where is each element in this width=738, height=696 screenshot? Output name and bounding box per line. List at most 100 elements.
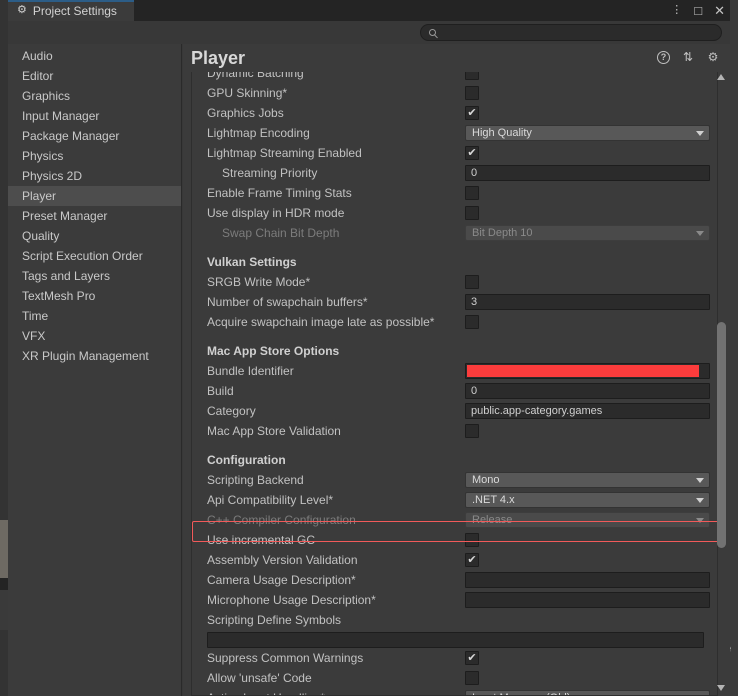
sidebar-item-script-execution-order[interactable]: Script Execution Order <box>8 246 181 266</box>
vertical-scrollbar[interactable] <box>715 74 728 694</box>
section-header: Mac App Store Options <box>207 344 340 358</box>
checkbox-lightmap-streaming-enabled[interactable]: ✔ <box>465 146 479 160</box>
checkbox-graphics-jobs[interactable]: ✔ <box>465 106 479 120</box>
dropdown-c-compiler-configuration: Release <box>465 512 710 528</box>
sidebar-item-label: Player <box>22 189 57 203</box>
settings-rows: Dynamic Batching GPU Skinning* Graphics Jo… <box>192 72 717 695</box>
input-number-of-swapchain-buffers[interactable]: 3 <box>465 294 710 310</box>
input-microphone-usage-description[interactable] <box>465 592 710 608</box>
sidebar-item-player[interactable]: Player <box>8 186 181 206</box>
dropdown-value: .NET 4.x <box>472 494 515 506</box>
tab-label: Project Settings <box>32 3 117 18</box>
dropdown-scripting-backend[interactable]: Mono <box>465 472 710 488</box>
row-dynamic-batching: Dynamic Batching <box>192 72 717 83</box>
checkbox-use-display-in-hdr-mode[interactable] <box>465 206 479 220</box>
dropdown-value: Release <box>472 514 513 526</box>
gear-icon: ⚙ <box>17 4 27 16</box>
input-value: 3 <box>471 296 478 308</box>
input-bundle-identifier[interactable] <box>465 363 710 379</box>
sidebar-item-input-manager[interactable]: Input Manager <box>8 106 181 126</box>
row-scripting-define-symbols: Scripting Define Symbols <box>192 610 717 630</box>
sidebar-item-package-manager[interactable]: Package Manager <box>8 126 181 146</box>
scrollbar-thumb[interactable] <box>717 322 726 548</box>
row-label: Lightmap Streaming Enabled <box>207 146 362 160</box>
app-root: telaloresoprdiethear Package ⚙ Project S… <box>0 0 738 696</box>
sidebar-item-preset-manager[interactable]: Preset Manager <box>8 206 181 226</box>
sidebar-item-vfx[interactable]: VFX <box>8 326 181 346</box>
row-label: Build <box>207 384 234 398</box>
row-scripting-backend: Scripting Backend Mono <box>192 470 717 490</box>
row-label: Active Input Handling* <box>207 691 465 695</box>
row-number-of-swapchain-buffers: Number of swapchain buffers* 3 <box>192 292 717 312</box>
kebab-menu-icon[interactable]: ⋮ <box>671 5 682 16</box>
help-icon[interactable]: ? <box>657 50 670 64</box>
row-gpu-skinning: GPU Skinning* <box>192 83 717 103</box>
sidebar-item-editor[interactable]: Editor <box>8 66 181 86</box>
sidebar-item-label: Quality <box>22 229 60 243</box>
input-category[interactable]: public.app-category.games <box>465 403 710 419</box>
sidebar-item-label: Time <box>22 309 49 323</box>
checkbox-use-incremental-gc[interactable] <box>465 533 479 547</box>
row-label: Microphone Usage Description* <box>207 593 376 607</box>
checkbox-acquire-swapchain-image-late-as-possible[interactable] <box>465 315 479 329</box>
window-controls: ⋮ □ ✕ <box>671 0 725 21</box>
background-window-left-dark <box>0 578 8 590</box>
checkbox-gpu-skinning[interactable] <box>465 86 479 100</box>
search-input[interactable] <box>440 26 710 39</box>
preset-icon[interactable]: ⇅ <box>681 50 695 64</box>
sidebar-item-time[interactable]: Time <box>8 306 181 326</box>
row-use-display-in-hdr-mode: Use display in HDR mode <box>192 203 717 223</box>
scripting-define-symbols-input[interactable] <box>207 632 704 648</box>
section-header: Vulkan Settings <box>207 255 297 269</box>
checkbox-dynamic-batching[interactable] <box>465 72 479 80</box>
search-box[interactable] <box>420 24 722 41</box>
sidebar-item-tags-and-layers[interactable]: Tags and Layers <box>8 266 181 286</box>
row-swap-chain-bit-depth: Swap Chain Bit Depth Bit Depth 10 <box>192 223 717 243</box>
checkbox-enable-frame-timing-stats[interactable] <box>465 186 479 200</box>
check-icon: ✔ <box>467 106 477 119</box>
checkbox-assembly-version-validation[interactable]: ✔ <box>465 553 479 567</box>
input-streaming-priority[interactable]: 0 <box>465 165 710 181</box>
sidebar-item-label: Script Execution Order <box>22 249 143 263</box>
row-streaming-priority: Streaming Priority 0 <box>192 163 717 183</box>
dropdown-api-compatibility-level[interactable]: .NET 4.x <box>465 492 710 508</box>
row-c-compiler-configuration: C++ Compiler Configuration Release <box>192 510 717 530</box>
sidebar-item-label: TextMesh Pro <box>22 289 96 303</box>
sidebar-item-label: Physics 2D <box>22 169 83 183</box>
input-build[interactable]: 0 <box>465 383 710 399</box>
sidebar-item-graphics[interactable]: Graphics <box>8 86 181 106</box>
scroll-down-arrow-icon[interactable] <box>717 685 726 694</box>
sidebar-item-physics[interactable]: Physics <box>8 146 181 166</box>
sidebar-item-audio[interactable]: Audio <box>8 46 181 66</box>
checkbox-suppress-common-warnings[interactable]: ✔ <box>465 651 479 665</box>
row-use-incremental-gc: Use incremental GC <box>192 530 717 550</box>
row-bundle-identifier: Bundle Identifier <box>192 361 717 381</box>
settings-gear-icon[interactable]: ⚙ <box>706 50 720 64</box>
scroll-up-arrow-icon[interactable] <box>717 74 726 83</box>
row-build: Build 0 <box>192 381 717 401</box>
project-settings-window: ⚙ Project Settings ⋮ □ ✕ Audio Editor Grap… <box>8 0 730 696</box>
sidebar-item-quality[interactable]: Quality <box>8 226 181 246</box>
row-active-input-handling: Active Input Handling* Input Manager (Old… <box>192 688 717 695</box>
check-icon: ✔ <box>467 146 477 159</box>
chevron-down-icon <box>696 477 704 483</box>
sidebar-item-textmesh-pro[interactable]: TextMesh Pro <box>8 286 181 306</box>
search-row <box>8 21 730 44</box>
maximize-icon[interactable]: □ <box>694 4 702 17</box>
close-icon[interactable]: ✕ <box>714 4 725 17</box>
sidebar-item-xr-plugin-management[interactable]: XR Plugin Management <box>8 346 181 366</box>
checkbox-mac-app-store-validation[interactable] <box>465 424 479 438</box>
row-label: Acquire swapchain image late as possible… <box>207 315 435 329</box>
panel-header: Player ? ⇅ ⚙ <box>183 44 730 72</box>
tab-project-settings[interactable]: ⚙ Project Settings <box>8 0 134 21</box>
dropdown-active-input-handling[interactable]: Input Manager (Old) <box>465 690 710 695</box>
checkbox-srgb-write-mode[interactable] <box>465 275 479 289</box>
sidebar-item-physics-2d[interactable]: Physics 2D <box>8 166 181 186</box>
row-configuration: Configuration <box>192 450 717 470</box>
dropdown-value: Mono <box>472 474 500 486</box>
checkbox-allow-unsafe-code[interactable] <box>465 671 479 685</box>
row-label: Api Compatibility Level* <box>207 493 334 507</box>
input-camera-usage-description[interactable] <box>465 572 710 588</box>
row-label: C++ Compiler Configuration <box>207 513 356 527</box>
dropdown-lightmap-encoding[interactable]: High Quality <box>465 125 710 141</box>
